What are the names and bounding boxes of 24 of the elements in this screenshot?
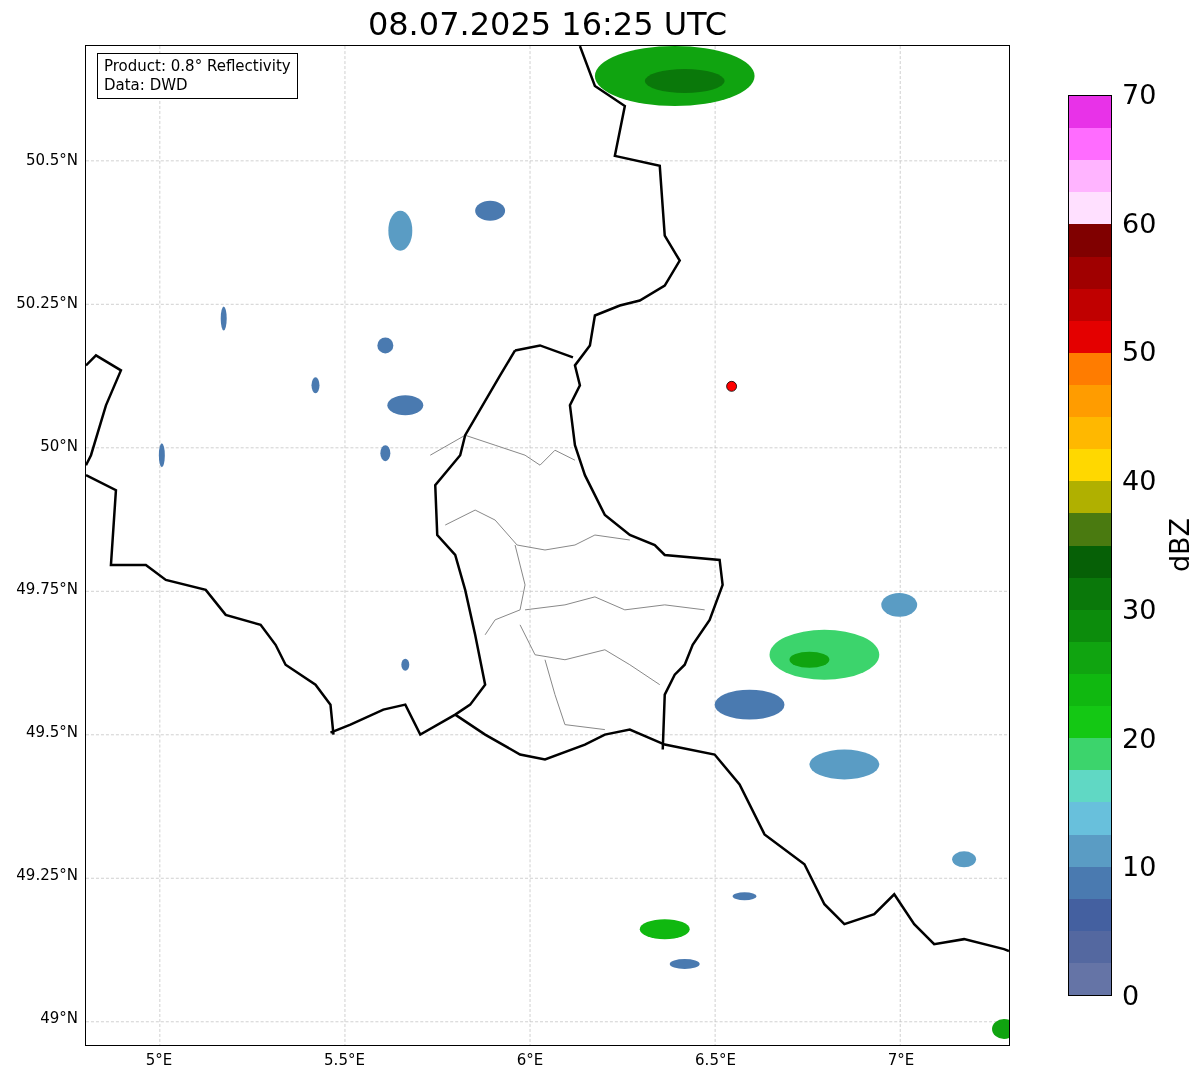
axis-tick-label: 49°N bbox=[40, 1009, 78, 1027]
colorbar-tick-label: 20 bbox=[1122, 723, 1157, 754]
colorbar-tick-label: 40 bbox=[1122, 466, 1157, 497]
legend-text: Product: 0.8° Reflectivity bbox=[104, 57, 291, 76]
axis-tick-label: 49.5°N bbox=[25, 723, 78, 741]
legend-text: Data: DWD bbox=[104, 76, 189, 95]
colorbar-axis-label: dBZ bbox=[1165, 516, 1195, 575]
chart-title: 08.07.2025 16:25 UTC bbox=[366, 4, 729, 44]
axis-tick-label: 50°N bbox=[40, 437, 78, 455]
colorbar-tick-label: 30 bbox=[1122, 594, 1157, 625]
colorbar-tick-label: 60 bbox=[1122, 208, 1157, 239]
axis-tick-label: 7°E bbox=[886, 1051, 916, 1069]
axis-tick-label: 5.5°E bbox=[323, 1051, 366, 1069]
axis-tick-label: 49.25°N bbox=[16, 866, 78, 884]
colorbar-tick-label: 50 bbox=[1122, 337, 1157, 368]
colorbar-tick-label: 0 bbox=[1122, 981, 1140, 1011]
axis-tick-label: 49.75°N bbox=[16, 580, 78, 598]
axis-tick-label: 6.5°E bbox=[694, 1051, 737, 1069]
axis-tick-label: 5°E bbox=[144, 1051, 174, 1069]
axis-tick-label: 6°E bbox=[515, 1051, 545, 1069]
axis-tick-label: 50.5°N bbox=[25, 151, 78, 169]
colorbar-tick-label: 70 bbox=[1122, 80, 1157, 110]
colorbar-tick-label: 10 bbox=[1122, 852, 1157, 883]
axis-tick-label: 50.25°N bbox=[16, 294, 78, 312]
